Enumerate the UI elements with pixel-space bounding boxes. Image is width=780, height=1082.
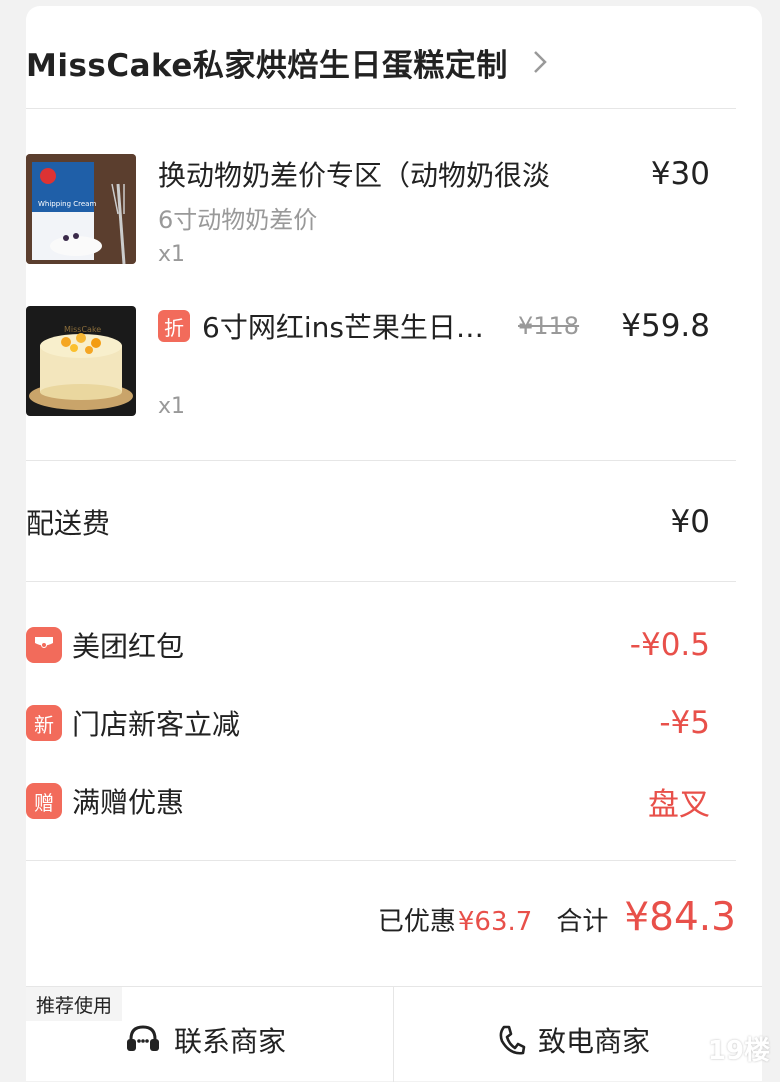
delivery-fee-label: 配送费 [26, 507, 111, 540]
promo-row-gift: 赠 满赠优惠 盘叉 [26, 779, 710, 823]
item-subtitle: 6寸动物奶差价 [158, 206, 318, 234]
svg-text:MissCake: MissCake [64, 325, 101, 334]
saved-value: ¥63.7 [457, 907, 533, 937]
promo-row-red-packet: 美团红包 -¥0.5 [26, 623, 710, 667]
divider [26, 108, 736, 109]
item-title: 换动物奶差价专区（动物奶很淡 [158, 159, 551, 192]
watermark-logo: 19楼 [707, 1035, 771, 1066]
order-item[interactable]: Whipping Cream 换动物奶差价专区（动物奶很淡 6寸动物奶差价 x1… [26, 154, 710, 267]
call-merchant-label: 致电商家 [538, 1025, 651, 1058]
promo-value: 盘叉 [648, 786, 710, 823]
gift-icon: 赠 [26, 783, 62, 819]
promo-value: -¥5 [659, 705, 710, 741]
store-header[interactable]: MissCake私家烘焙生日蛋糕定制 [26, 30, 716, 94]
store-name[interactable]: MissCake私家烘焙生日蛋糕定制 [26, 40, 508, 85]
item-original-price: ¥118 [518, 312, 580, 340]
divider [26, 581, 736, 582]
item-price: ¥59.8 [621, 308, 710, 344]
promo-label: 满赠优惠 [72, 786, 185, 819]
item-quantity: x1 [158, 242, 186, 267]
item-quantity: x1 [158, 394, 186, 419]
promo-value: -¥0.5 [629, 627, 710, 663]
product-image-cream: Whipping Cream [26, 154, 136, 264]
divider [26, 860, 736, 861]
contact-merchant-label: 联系商家 [174, 1025, 287, 1058]
item-title: 6寸网红ins芒果生日… [202, 311, 484, 344]
bottom-action-bar: 推荐使用 联系商家 致电商家 [26, 986, 762, 1082]
divider [393, 987, 394, 1082]
divider [26, 460, 736, 461]
new-customer-icon: 新 [26, 705, 62, 741]
red-packet-icon [26, 627, 62, 663]
discount-tag: 折 [158, 310, 190, 342]
svg-text:Whipping Cream: Whipping Cream [38, 200, 96, 208]
promo-label: 美团红包 [72, 630, 185, 663]
product-image-cake: MissCake [26, 306, 136, 416]
total-label: 合计 [556, 907, 609, 937]
order-total: 已优惠 ¥63.7 合计 ¥84.3 [378, 895, 736, 940]
phone-icon [499, 1025, 526, 1055]
delivery-fee-value: ¥0 [670, 504, 710, 540]
order-item[interactable]: MissCake 折 6寸网红ins芒果生日… ¥118 x1 ¥59.8 [26, 306, 710, 419]
recommend-badge: 推荐使用 [26, 987, 123, 1021]
item-price: ¥30 [650, 156, 710, 192]
saved-label: 已优惠 [377, 907, 456, 937]
chat-headset-icon [127, 1025, 159, 1051]
promo-label: 门店新客立减 [72, 708, 241, 741]
delivery-fee-row: 配送费 ¥0 [26, 500, 710, 544]
contact-merchant-button[interactable]: 联系商家 [124, 1015, 286, 1065]
promo-row-new-customer: 新 门店新客立减 -¥5 [26, 701, 710, 745]
call-merchant-button[interactable]: 致电商家 [496, 1015, 650, 1065]
chevron-right-icon [533, 51, 547, 73]
total-value: ¥84.3 [624, 895, 736, 940]
